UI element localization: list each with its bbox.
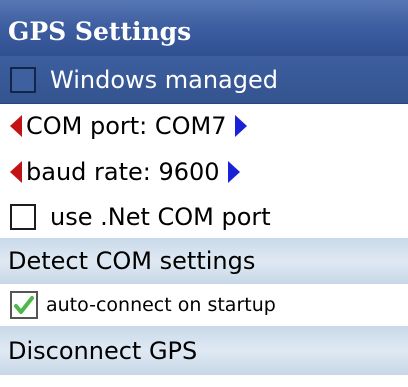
windows-managed-option[interactable]: Windows managed	[0, 56, 408, 104]
use-net-com-option[interactable]: use .Net COM port	[0, 196, 408, 238]
auto-connect-option[interactable]: auto-connect on startup	[0, 284, 408, 326]
baud-rate-selector[interactable]: baud rate: 9600	[0, 148, 408, 196]
detect-com-settings-label: Detect COM settings	[8, 247, 256, 275]
auto-connect-checkbox[interactable]	[10, 291, 38, 319]
bottom-spacer	[0, 375, 408, 387]
windows-managed-label: Windows managed	[50, 65, 278, 94]
com-port-selector[interactable]: COM port: COM7	[0, 104, 408, 148]
left-arrow-icon[interactable]	[10, 115, 22, 137]
check-icon	[14, 296, 34, 314]
page-title: GPS Settings	[8, 17, 192, 46]
disconnect-gps-label: Disconnect GPS	[8, 336, 198, 365]
com-port-label: COM port: COM7	[26, 112, 227, 140]
use-net-com-label: use .Net COM port	[50, 203, 271, 231]
use-net-com-checkbox[interactable]	[10, 204, 36, 230]
baud-rate-label: baud rate: 9600	[26, 158, 220, 186]
left-arrow-icon[interactable]	[10, 161, 22, 183]
auto-connect-label: auto-connect on startup	[46, 294, 276, 316]
disconnect-gps-button[interactable]: Disconnect GPS	[0, 326, 408, 375]
gps-settings-panel: GPS Settings Windows managed COM port: C…	[0, 0, 408, 387]
right-arrow-icon[interactable]	[227, 161, 240, 183]
detect-com-settings-button[interactable]: Detect COM settings	[0, 238, 408, 284]
right-arrow-icon[interactable]	[234, 115, 247, 137]
windows-managed-checkbox[interactable]	[10, 66, 36, 93]
header: GPS Settings	[0, 0, 408, 56]
